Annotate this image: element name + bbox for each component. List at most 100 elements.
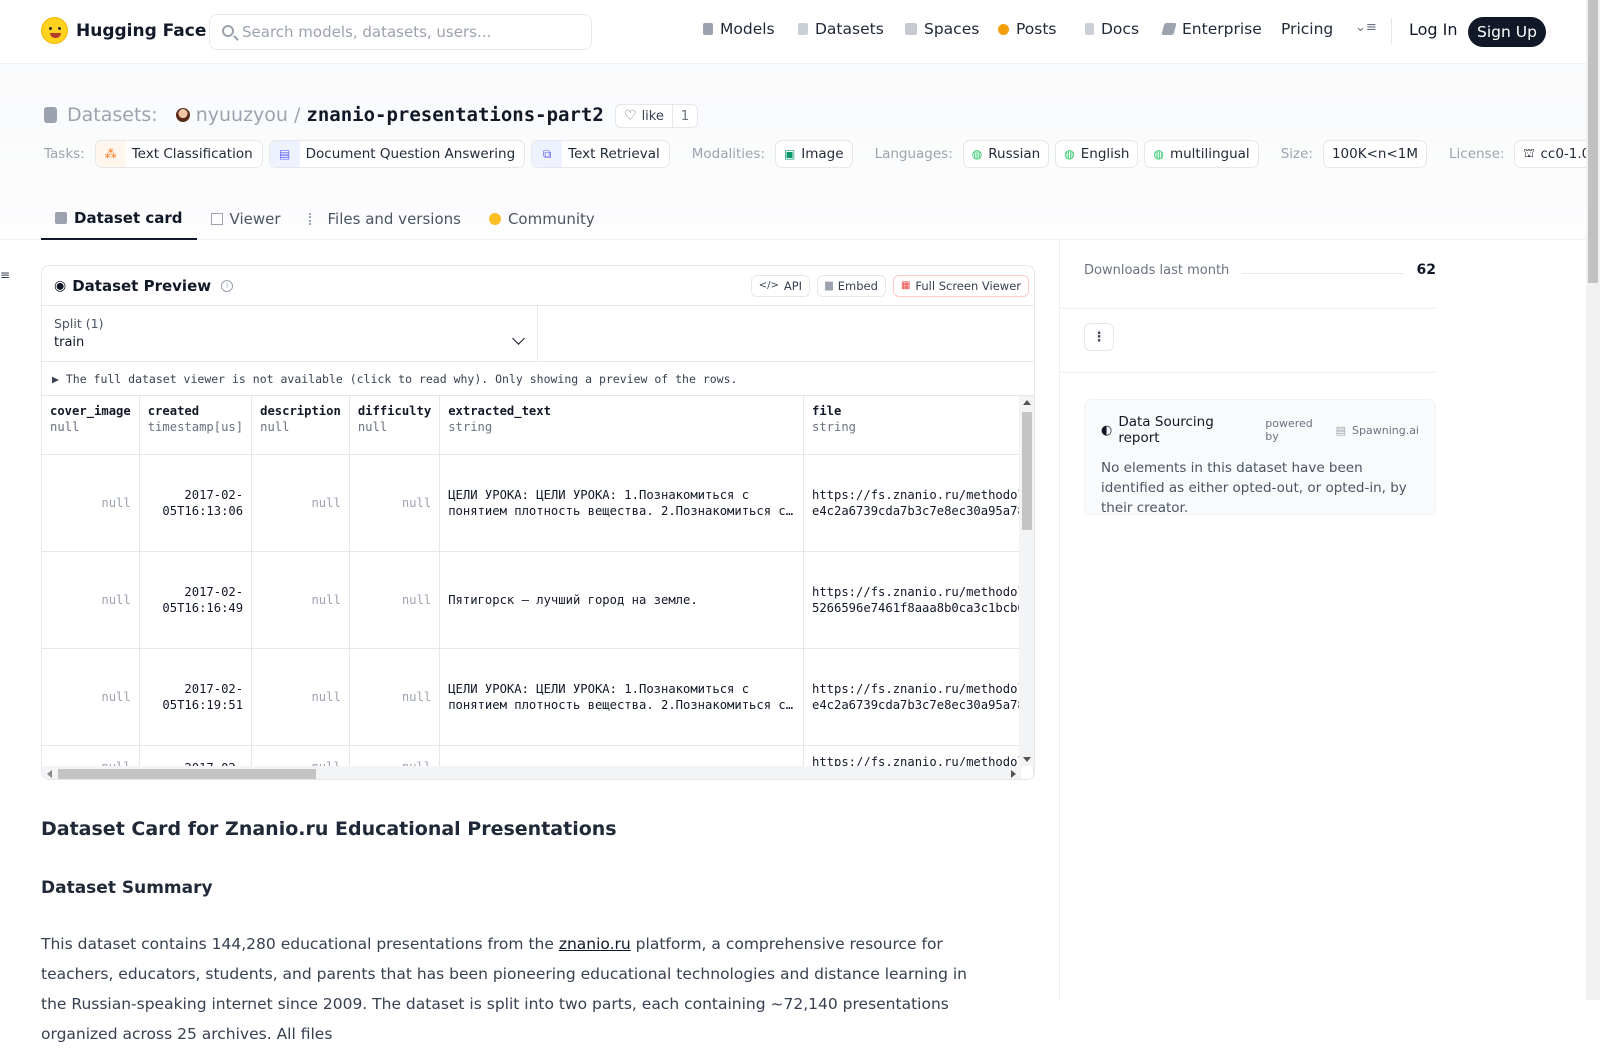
scroll-up-icon[interactable] xyxy=(1023,400,1031,405)
page-scrollbar[interactable] xyxy=(1586,0,1600,1000)
nav-enterprise[interactable]: Enterprise xyxy=(1161,20,1262,38)
tag-russian[interactable]: ◍ Russian xyxy=(962,140,1050,168)
database-icon xyxy=(798,23,808,35)
languages-label: Languages: xyxy=(874,146,953,162)
table-cell: https://fs.znanio.ru/methodol e4c2a6739c… xyxy=(803,454,1034,552)
nav-pricing[interactable]: Pricing xyxy=(1281,20,1333,38)
embed-button[interactable]: ▆ Embed xyxy=(817,274,886,297)
info-icon[interactable]: i xyxy=(221,279,234,292)
breadcrumb-kind[interactable]: Datasets: xyxy=(67,104,158,126)
text-classification-icon: ⁂ xyxy=(95,141,126,167)
search-input[interactable]: Search models, datasets, users... xyxy=(209,14,592,50)
tab-label: Community xyxy=(507,210,595,228)
tag-multilingual[interactable]: ◍ multilingual xyxy=(1144,140,1259,168)
repo-name[interactable]: znanio-presentations-part2 xyxy=(306,104,603,126)
table-cell: https://fs.znanio.ru/methodol e4c2a6739c… xyxy=(803,648,1034,746)
powered-by-label: powered by xyxy=(1265,417,1313,443)
tag-label: multilingual xyxy=(1169,146,1250,162)
scroll-left-icon[interactable] xyxy=(47,770,52,778)
grid-icon xyxy=(905,23,917,35)
column-header[interactable]: file string xyxy=(803,396,1034,455)
viewer-notice[interactable]: ▶ The full dataset viewer is not availab… xyxy=(42,362,1034,396)
nav-docs[interactable]: Docs xyxy=(1085,20,1139,38)
table-icon xyxy=(210,213,223,225)
tab-dataset-card[interactable]: Dataset card xyxy=(41,198,197,240)
full-screen-viewer-button[interactable]: ▦ Full Screen Viewer xyxy=(892,274,1029,297)
api-button[interactable]: </> API xyxy=(750,274,811,297)
table-cell: null xyxy=(42,648,140,746)
table-cell: 2017-02-05T16:13:06 xyxy=(139,454,253,552)
tag-label: 100K<n<1M xyxy=(1331,146,1418,162)
split-value: train xyxy=(54,335,85,350)
license-label: License: xyxy=(1449,146,1505,162)
nav-posts[interactable]: Posts xyxy=(998,20,1057,38)
embed-icon: ▆ xyxy=(825,280,833,291)
tab-viewer[interactable]: Viewer xyxy=(197,198,295,240)
tag-label: English xyxy=(1080,146,1130,162)
files-icon xyxy=(308,213,321,225)
button-label: Embed xyxy=(837,278,878,293)
tag-english[interactable]: ◍ English xyxy=(1055,140,1139,168)
znanio-link[interactable]: znanio.ru xyxy=(559,935,631,953)
cube-icon xyxy=(55,212,67,224)
provider-name[interactable]: Spawning.ai xyxy=(1352,424,1419,437)
nav-models[interactable]: Models xyxy=(703,20,775,38)
vertical-scrollbar[interactable] xyxy=(1019,396,1034,766)
divider xyxy=(1060,372,1436,373)
nav-datasets[interactable]: Datasets xyxy=(798,20,884,38)
more-menu-icon[interactable]: ⌄≡ xyxy=(1355,20,1377,35)
tag-image[interactable]: ▣ Image xyxy=(774,140,853,168)
downloads-label: Downloads last month xyxy=(1084,262,1230,278)
nav-spaces[interactable]: Spaces xyxy=(905,20,979,38)
scroll-thumb[interactable] xyxy=(1588,0,1598,283)
column-header[interactable]: extracted_text string xyxy=(439,396,804,455)
split-select[interactable]: Split (1) train xyxy=(42,306,538,361)
scroll-thumb[interactable] xyxy=(58,769,316,779)
scroll-right-icon[interactable] xyxy=(1011,770,1016,778)
brand-logo[interactable]: Hugging Face xyxy=(41,17,206,44)
like-button[interactable]: ♡ like 1 xyxy=(615,104,699,128)
table-cell: null xyxy=(42,551,140,649)
table-row[interactable]: null 2017-02-05T16:13:06 null null ЦЕЛИ … xyxy=(42,454,1034,552)
scroll-thumb[interactable] xyxy=(1022,412,1032,530)
table-cell: null xyxy=(349,454,441,552)
nav-divider xyxy=(1391,18,1392,44)
column-header[interactable]: created timestamp[us] xyxy=(139,396,253,455)
kebab-menu-icon[interactable]: ⋮ xyxy=(1084,323,1114,351)
summary-heading: Dataset Summary xyxy=(41,878,213,898)
column-header[interactable]: cover_image null xyxy=(42,396,140,455)
tag-label: cc0-1.0 xyxy=(1540,146,1591,162)
heart-icon: ♡ xyxy=(624,108,637,124)
dataset-preview-panel: ◉ Dataset Preview i </> API ▆ Embed ▦ Full … xyxy=(41,265,1035,780)
column-header[interactable]: description null xyxy=(251,396,350,455)
table-cell: null xyxy=(251,551,350,649)
tag-document-qa[interactable]: ▤ Document Question Answering xyxy=(268,140,526,168)
tag-text-retrieval[interactable]: ⧉ Text Retrieval xyxy=(531,140,670,168)
preview-title: Dataset Preview xyxy=(72,276,212,295)
card-title: Dataset Card for Znanio.ru Educational P… xyxy=(41,818,617,840)
table-row[interactable]: null 2017-02-05T16:16:49 null null Пятиг… xyxy=(42,551,1034,649)
size-label: Size: xyxy=(1280,146,1313,162)
docs-icon xyxy=(1085,23,1094,35)
table-cell: null xyxy=(349,648,441,746)
tab-files-and-versions[interactable]: Files and versions xyxy=(295,198,475,240)
column-header[interactable]: difficulty null xyxy=(349,396,441,455)
tag-text-classification[interactable]: ⁂ Text Classification xyxy=(94,140,263,168)
horizontal-scrollbar[interactable] xyxy=(42,766,1021,779)
nav-label: Models xyxy=(720,20,775,38)
login-link[interactable]: Log In xyxy=(1409,20,1458,39)
signup-button[interactable]: Sign Up xyxy=(1468,17,1546,47)
table-row[interactable]: null 2017-02-05T16:19:51 null null ЦЕЛИ … xyxy=(42,648,1034,746)
tab-label: Dataset card xyxy=(74,209,183,227)
scroll-down-icon[interactable] xyxy=(1023,757,1031,762)
tag-size[interactable]: 100K<n<1M xyxy=(1322,140,1427,168)
tab-community[interactable]: Community xyxy=(475,198,609,240)
divider xyxy=(1060,308,1436,309)
toc-toggle-icon[interactable]: ≡ xyxy=(0,268,10,282)
breadcrumb-separator: / xyxy=(293,104,301,126)
report-title[interactable]: Data Sourcing report xyxy=(1118,414,1259,446)
column-name: description xyxy=(260,404,341,418)
tag-label: Image xyxy=(801,146,844,162)
globe-icon: ◍ xyxy=(1153,147,1164,161)
breadcrumb-owner[interactable]: nyuuzyou xyxy=(196,104,288,126)
